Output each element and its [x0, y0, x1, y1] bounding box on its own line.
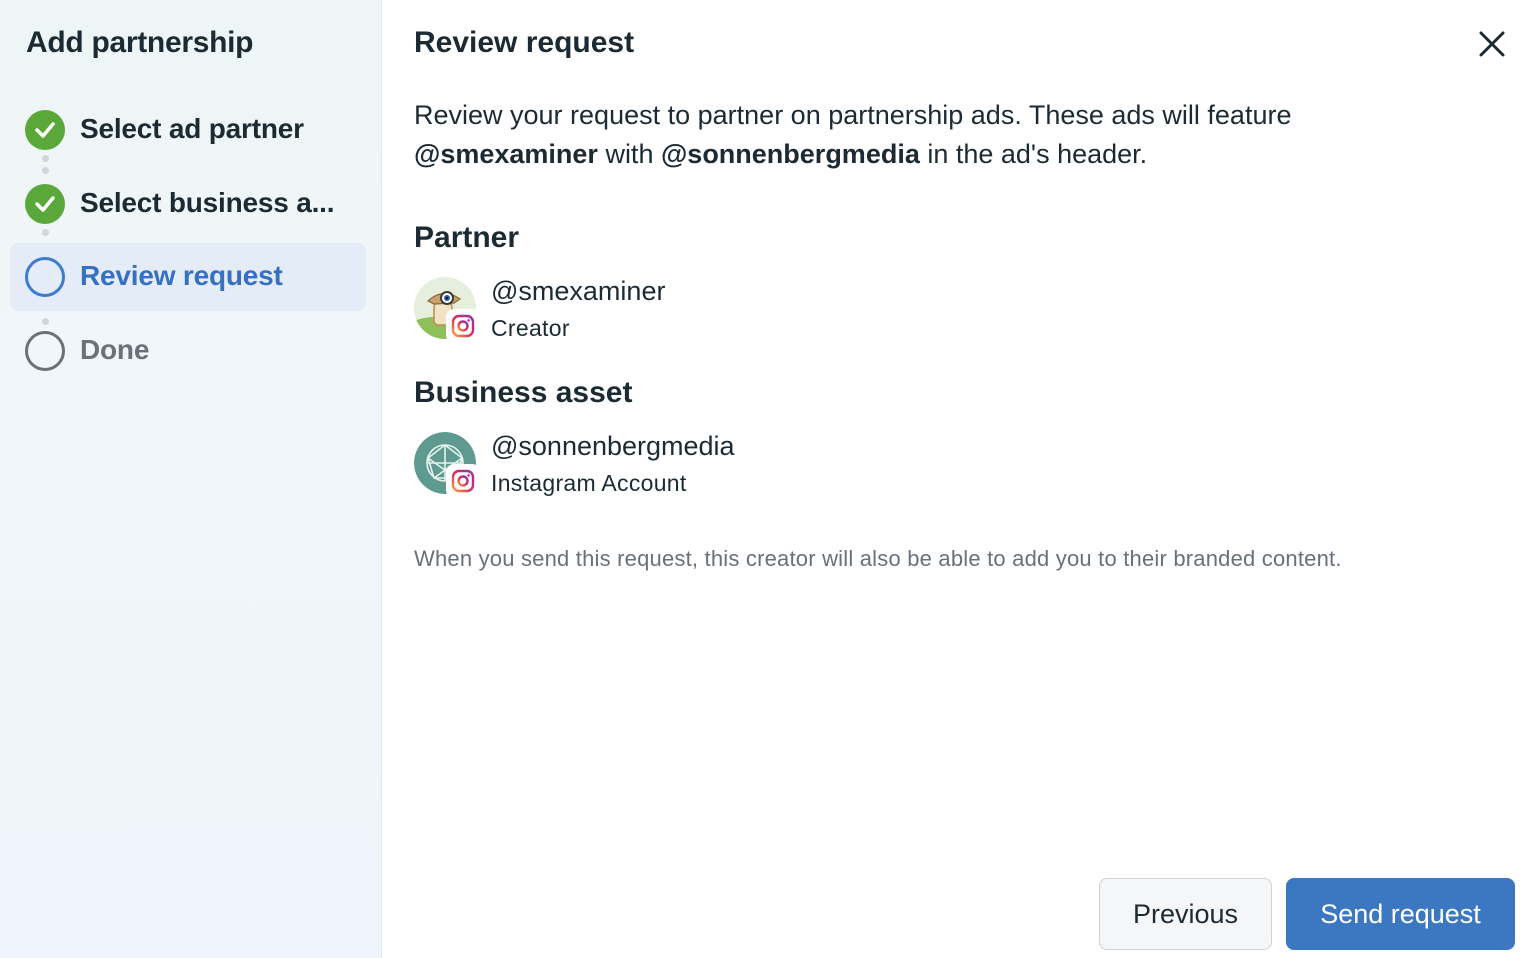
description: Review your request to partner on partne…	[414, 96, 1494, 174]
instagram-icon	[448, 311, 478, 341]
review-panel: Review request Review your request to pa…	[382, 0, 1536, 958]
business-asset-section-title: Business asset	[414, 376, 633, 409]
page-title: Review request	[414, 26, 635, 59]
check-circle-icon	[25, 110, 65, 150]
previous-button[interactable]: Previous	[1099, 878, 1272, 950]
current-step-circle-icon	[25, 257, 65, 297]
partner-section-title: Partner	[414, 221, 520, 254]
description-middle: with	[597, 139, 661, 169]
instagram-icon	[448, 466, 478, 496]
partner-account-name: @smexaminer	[491, 276, 666, 306]
step-select-business-asset[interactable]: Select business a...	[10, 170, 366, 238]
asset-handle: @sonnenbergmedia	[660, 139, 920, 169]
partner-account-type: Creator	[491, 315, 570, 341]
step-review-request[interactable]: Review request	[10, 243, 366, 311]
step-select-ad-partner[interactable]: Select ad partner	[10, 96, 366, 164]
business-asset-name: @sonnenbergmedia	[491, 431, 735, 461]
description-suffix: in the ad's header.	[919, 139, 1148, 169]
partner-account: @smexaminer Creator	[414, 276, 1114, 343]
close-button[interactable]	[1476, 28, 1508, 60]
empty-circle-icon	[25, 331, 65, 371]
step-label: Select business a...	[80, 187, 335, 218]
sidebar-title: Add partnership	[26, 26, 254, 59]
info-note: When you send this request, this creator…	[414, 546, 1342, 571]
close-icon	[1479, 31, 1505, 57]
send-request-button[interactable]: Send request	[1286, 878, 1515, 950]
step-label: Review request	[80, 260, 283, 291]
business-asset-type: Instagram Account	[491, 470, 687, 496]
step-connector	[41, 229, 49, 236]
step-done[interactable]: Done	[10, 317, 366, 385]
steps-sidebar: Add partnership Select ad partner Select…	[0, 0, 382, 958]
check-circle-icon	[25, 184, 65, 224]
description-prefix: Review your request to partner on partne…	[414, 100, 1292, 130]
partner-handle: @smexaminer	[414, 139, 598, 169]
step-label: Done	[80, 334, 150, 365]
business-asset-account: @sonnenbergmedia Instagram Account	[414, 431, 1114, 498]
step-label: Select ad partner	[80, 113, 304, 144]
